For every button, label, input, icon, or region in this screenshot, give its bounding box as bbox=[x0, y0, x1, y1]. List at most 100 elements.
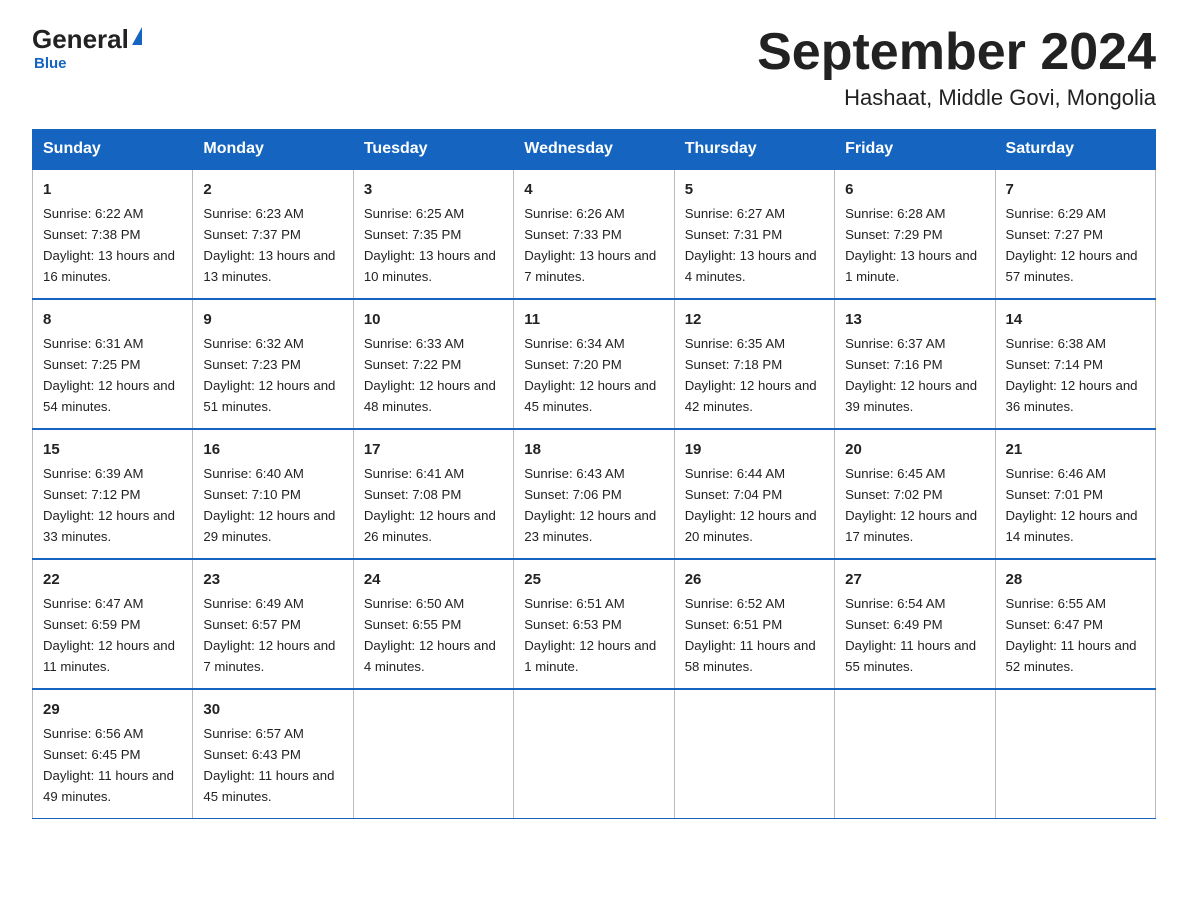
day-info: Sunrise: 6:33 AMSunset: 7:22 PMDaylight:… bbox=[364, 336, 496, 414]
day-number: 15 bbox=[43, 438, 182, 461]
day-info: Sunrise: 6:56 AMSunset: 6:45 PMDaylight:… bbox=[43, 726, 174, 804]
logo-text: General bbox=[32, 24, 142, 55]
day-number: 24 bbox=[364, 568, 503, 591]
calendar-subtitle: Hashaat, Middle Govi, Mongolia bbox=[757, 85, 1156, 111]
day-number: 29 bbox=[43, 698, 182, 721]
day-number: 13 bbox=[845, 308, 984, 331]
day-number: 25 bbox=[524, 568, 663, 591]
day-number: 7 bbox=[1006, 178, 1145, 201]
logo-triangle-icon bbox=[132, 27, 142, 45]
day-number: 19 bbox=[685, 438, 824, 461]
day-number: 1 bbox=[43, 178, 182, 201]
day-info: Sunrise: 6:55 AMSunset: 6:47 PMDaylight:… bbox=[1006, 596, 1137, 674]
col-saturday: Saturday bbox=[995, 130, 1155, 170]
day-info: Sunrise: 6:34 AMSunset: 7:20 PMDaylight:… bbox=[524, 336, 656, 414]
day-info: Sunrise: 6:38 AMSunset: 7:14 PMDaylight:… bbox=[1006, 336, 1138, 414]
day-number: 30 bbox=[203, 698, 342, 721]
day-number: 2 bbox=[203, 178, 342, 201]
day-info: Sunrise: 6:37 AMSunset: 7:16 PMDaylight:… bbox=[845, 336, 977, 414]
day-info: Sunrise: 6:25 AMSunset: 7:35 PMDaylight:… bbox=[364, 206, 496, 284]
col-sunday: Sunday bbox=[33, 130, 193, 170]
calendar-header-row: Sunday Monday Tuesday Wednesday Thursday… bbox=[33, 130, 1156, 170]
day-cell-4: 4 Sunrise: 6:26 AMSunset: 7:33 PMDayligh… bbox=[514, 169, 674, 299]
calendar-table: Sunday Monday Tuesday Wednesday Thursday… bbox=[32, 129, 1156, 819]
day-number: 11 bbox=[524, 308, 663, 331]
empty-cell bbox=[353, 689, 513, 818]
day-info: Sunrise: 6:41 AMSunset: 7:08 PMDaylight:… bbox=[364, 466, 496, 544]
day-cell-28: 28 Sunrise: 6:55 AMSunset: 6:47 PMDaylig… bbox=[995, 559, 1155, 689]
day-cell-10: 10 Sunrise: 6:33 AMSunset: 7:22 PMDaylig… bbox=[353, 299, 513, 429]
day-cell-18: 18 Sunrise: 6:43 AMSunset: 7:06 PMDaylig… bbox=[514, 429, 674, 559]
day-info: Sunrise: 6:22 AMSunset: 7:38 PMDaylight:… bbox=[43, 206, 175, 284]
day-number: 23 bbox=[203, 568, 342, 591]
day-number: 12 bbox=[685, 308, 824, 331]
page: General Blue September 2024 Hashaat, Mid… bbox=[0, 0, 1188, 851]
calendar-title: September 2024 bbox=[757, 24, 1156, 81]
day-info: Sunrise: 6:46 AMSunset: 7:01 PMDaylight:… bbox=[1006, 466, 1138, 544]
day-cell-12: 12 Sunrise: 6:35 AMSunset: 7:18 PMDaylig… bbox=[674, 299, 834, 429]
day-number: 17 bbox=[364, 438, 503, 461]
week-row-1: 1 Sunrise: 6:22 AMSunset: 7:38 PMDayligh… bbox=[33, 169, 1156, 299]
day-cell-30: 30 Sunrise: 6:57 AMSunset: 6:43 PMDaylig… bbox=[193, 689, 353, 818]
header: General Blue September 2024 Hashaat, Mid… bbox=[32, 24, 1156, 111]
day-info: Sunrise: 6:49 AMSunset: 6:57 PMDaylight:… bbox=[203, 596, 335, 674]
day-number: 3 bbox=[364, 178, 503, 201]
day-number: 6 bbox=[845, 178, 984, 201]
day-info: Sunrise: 6:43 AMSunset: 7:06 PMDaylight:… bbox=[524, 466, 656, 544]
day-info: Sunrise: 6:57 AMSunset: 6:43 PMDaylight:… bbox=[203, 726, 334, 804]
day-number: 28 bbox=[1006, 568, 1145, 591]
day-number: 20 bbox=[845, 438, 984, 461]
col-friday: Friday bbox=[835, 130, 995, 170]
day-cell-26: 26 Sunrise: 6:52 AMSunset: 6:51 PMDaylig… bbox=[674, 559, 834, 689]
day-cell-29: 29 Sunrise: 6:56 AMSunset: 6:45 PMDaylig… bbox=[33, 689, 193, 818]
day-number: 14 bbox=[1006, 308, 1145, 331]
day-cell-7: 7 Sunrise: 6:29 AMSunset: 7:27 PMDayligh… bbox=[995, 169, 1155, 299]
day-number: 5 bbox=[685, 178, 824, 201]
week-row-2: 8 Sunrise: 6:31 AMSunset: 7:25 PMDayligh… bbox=[33, 299, 1156, 429]
day-info: Sunrise: 6:50 AMSunset: 6:55 PMDaylight:… bbox=[364, 596, 496, 674]
day-number: 27 bbox=[845, 568, 984, 591]
day-cell-17: 17 Sunrise: 6:41 AMSunset: 7:08 PMDaylig… bbox=[353, 429, 513, 559]
day-number: 9 bbox=[203, 308, 342, 331]
day-info: Sunrise: 6:26 AMSunset: 7:33 PMDaylight:… bbox=[524, 206, 656, 284]
day-cell-21: 21 Sunrise: 6:46 AMSunset: 7:01 PMDaylig… bbox=[995, 429, 1155, 559]
day-info: Sunrise: 6:39 AMSunset: 7:12 PMDaylight:… bbox=[43, 466, 175, 544]
day-number: 22 bbox=[43, 568, 182, 591]
day-info: Sunrise: 6:27 AMSunset: 7:31 PMDaylight:… bbox=[685, 206, 817, 284]
day-info: Sunrise: 6:52 AMSunset: 6:51 PMDaylight:… bbox=[685, 596, 816, 674]
day-info: Sunrise: 6:45 AMSunset: 7:02 PMDaylight:… bbox=[845, 466, 977, 544]
day-number: 18 bbox=[524, 438, 663, 461]
day-cell-1: 1 Sunrise: 6:22 AMSunset: 7:38 PMDayligh… bbox=[33, 169, 193, 299]
day-cell-14: 14 Sunrise: 6:38 AMSunset: 7:14 PMDaylig… bbox=[995, 299, 1155, 429]
day-cell-25: 25 Sunrise: 6:51 AMSunset: 6:53 PMDaylig… bbox=[514, 559, 674, 689]
empty-cell bbox=[995, 689, 1155, 818]
day-info: Sunrise: 6:23 AMSunset: 7:37 PMDaylight:… bbox=[203, 206, 335, 284]
day-info: Sunrise: 6:44 AMSunset: 7:04 PMDaylight:… bbox=[685, 466, 817, 544]
day-cell-16: 16 Sunrise: 6:40 AMSunset: 7:10 PMDaylig… bbox=[193, 429, 353, 559]
day-info: Sunrise: 6:35 AMSunset: 7:18 PMDaylight:… bbox=[685, 336, 817, 414]
day-info: Sunrise: 6:28 AMSunset: 7:29 PMDaylight:… bbox=[845, 206, 977, 284]
day-cell-13: 13 Sunrise: 6:37 AMSunset: 7:16 PMDaylig… bbox=[835, 299, 995, 429]
col-wednesday: Wednesday bbox=[514, 130, 674, 170]
day-cell-23: 23 Sunrise: 6:49 AMSunset: 6:57 PMDaylig… bbox=[193, 559, 353, 689]
col-tuesday: Tuesday bbox=[353, 130, 513, 170]
day-cell-6: 6 Sunrise: 6:28 AMSunset: 7:29 PMDayligh… bbox=[835, 169, 995, 299]
week-row-5: 29 Sunrise: 6:56 AMSunset: 6:45 PMDaylig… bbox=[33, 689, 1156, 818]
empty-cell bbox=[835, 689, 995, 818]
day-info: Sunrise: 6:29 AMSunset: 7:27 PMDaylight:… bbox=[1006, 206, 1138, 284]
day-info: Sunrise: 6:40 AMSunset: 7:10 PMDaylight:… bbox=[203, 466, 335, 544]
day-cell-24: 24 Sunrise: 6:50 AMSunset: 6:55 PMDaylig… bbox=[353, 559, 513, 689]
day-info: Sunrise: 6:47 AMSunset: 6:59 PMDaylight:… bbox=[43, 596, 175, 674]
day-cell-19: 19 Sunrise: 6:44 AMSunset: 7:04 PMDaylig… bbox=[674, 429, 834, 559]
day-cell-11: 11 Sunrise: 6:34 AMSunset: 7:20 PMDaylig… bbox=[514, 299, 674, 429]
col-monday: Monday bbox=[193, 130, 353, 170]
title-block: September 2024 Hashaat, Middle Govi, Mon… bbox=[757, 24, 1156, 111]
day-cell-2: 2 Sunrise: 6:23 AMSunset: 7:37 PMDayligh… bbox=[193, 169, 353, 299]
day-info: Sunrise: 6:51 AMSunset: 6:53 PMDaylight:… bbox=[524, 596, 656, 674]
logo-general: General bbox=[32, 24, 129, 55]
empty-cell bbox=[674, 689, 834, 818]
day-info: Sunrise: 6:31 AMSunset: 7:25 PMDaylight:… bbox=[43, 336, 175, 414]
week-row-4: 22 Sunrise: 6:47 AMSunset: 6:59 PMDaylig… bbox=[33, 559, 1156, 689]
day-cell-3: 3 Sunrise: 6:25 AMSunset: 7:35 PMDayligh… bbox=[353, 169, 513, 299]
day-info: Sunrise: 6:32 AMSunset: 7:23 PMDaylight:… bbox=[203, 336, 335, 414]
